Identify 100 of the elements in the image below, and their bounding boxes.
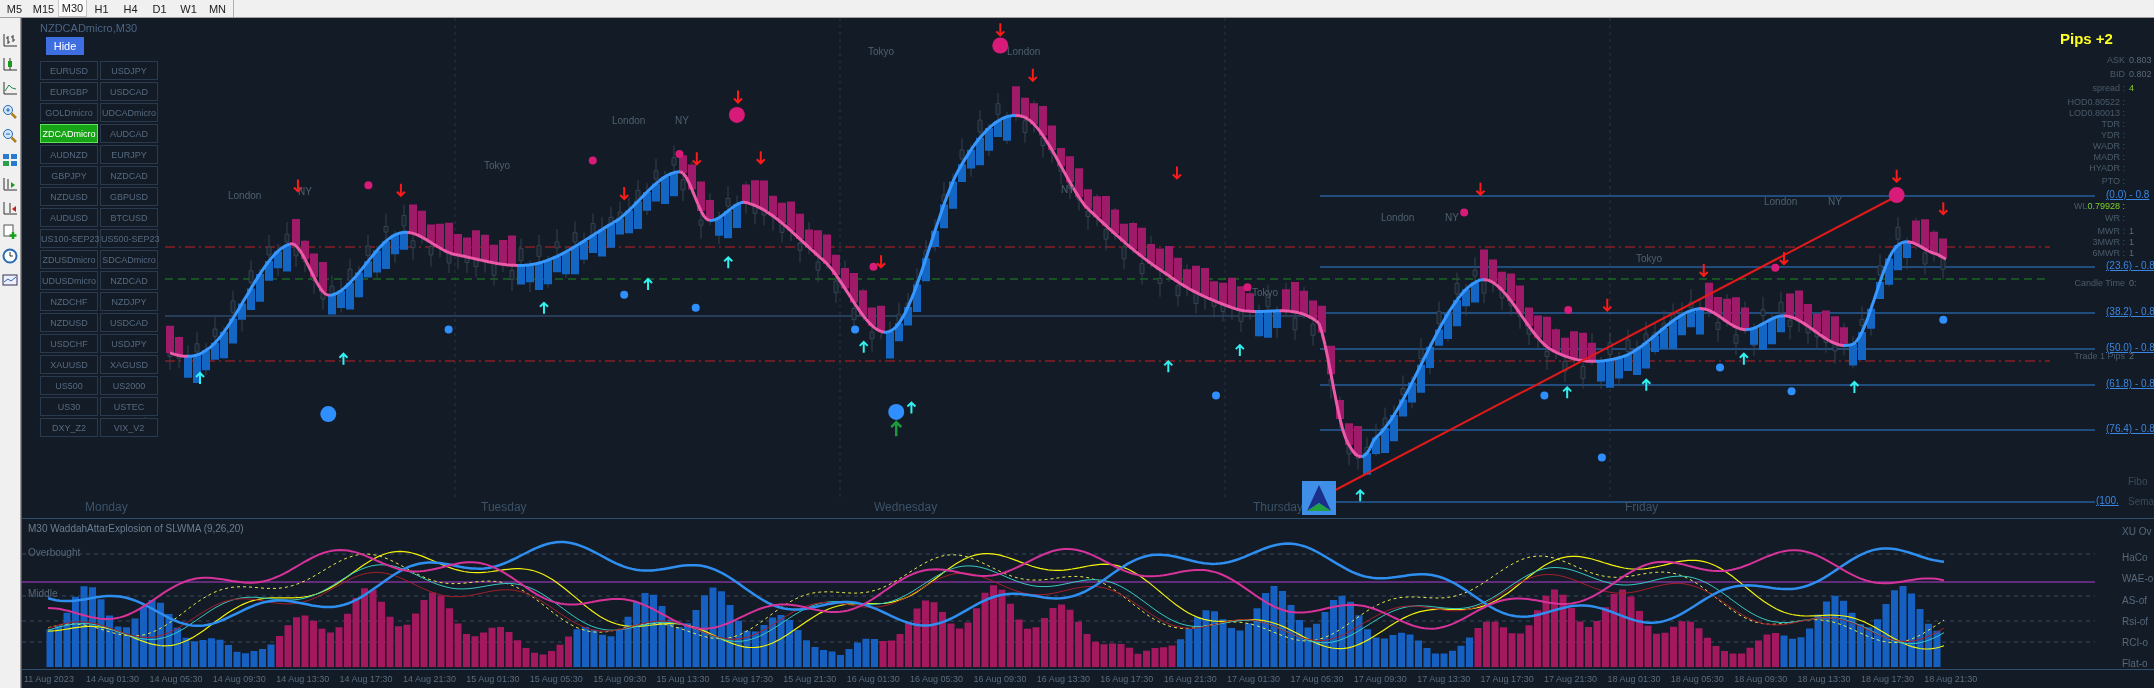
symbol-button[interactable]: NZDJPY [100,292,158,311]
symbol-button[interactable]: AUDUSD [40,208,98,227]
symbol-button[interactable]: US2000 [100,376,158,395]
fibonacci-label: (50.0) - 0.8 [2106,342,2154,353]
symbol-button[interactable]: SDCADmicro [100,250,158,269]
timeframe-tab[interactable]: M5 [0,0,29,17]
symbol-button[interactable]: NZDCHF [40,292,98,311]
symbol-button[interactable]: USDJPY [100,61,158,80]
pips-readout: Pips +2 [2060,30,2113,47]
symbol-button[interactable]: US500 [40,376,98,395]
hide-button[interactable]: Hide [46,37,84,55]
symbol-button[interactable]: BTCUSD [100,208,158,227]
time-label: 16 Aug 05:30 [910,674,965,684]
up-arrow-icon [1641,378,1652,392]
line-chart-icon[interactable] [2,80,18,96]
chart-shift-icon[interactable] [2,176,18,192]
candlestick-icon[interactable] [2,56,18,72]
timeframe-tab[interactable]: M15 [29,0,58,17]
time-label: 18 Aug 21:30 [1924,674,1979,684]
down-arrow-icon [1171,165,1182,180]
symbol-button[interactable]: EURGBP [40,82,98,101]
fibonacci-label: (61.8) - 0.8 [2106,378,2154,389]
symbol-button[interactable]: AUDCAD [100,124,158,143]
legend-label: WAE-o [2122,573,2154,584]
symbol-button[interactable]: US500-SEP23 [100,229,158,248]
down-arrow-icon [733,89,743,104]
timeframe-tab[interactable]: D1 [145,0,174,17]
symbol-button[interactable]: NZDCAD [100,166,158,185]
symbol-button[interactable]: USDJPY [100,334,158,353]
time-label: 17 Aug 17:30 [1480,674,1535,684]
info-label: 6MWR : [2091,248,2125,258]
autoscroll-icon[interactable] [2,200,18,216]
symbol-button[interactable]: USDCAD [100,313,158,332]
info-value: 1 [2129,237,2134,247]
dot-marker [1212,391,1220,400]
fibonacci-label: (23.6) - 0.8 [2106,260,2154,271]
symbol-button[interactable]: XAGUSD [100,355,158,374]
info-label: YDR : [2100,130,2125,140]
symbol-button[interactable]: NZDCAD [100,271,158,290]
dot-marker [691,303,700,312]
session-label: Tokyo [484,160,511,171]
dot-marker [1243,283,1252,292]
symbol-button[interactable]: US30 [40,397,98,416]
down-arrow-icon [1475,181,1486,197]
symbol-button[interactable]: UDUSDmicro [40,271,98,290]
symbol-button[interactable]: UDCADmicro [100,103,158,122]
bar-chart-icon[interactable] [2,32,18,48]
add-chart-icon[interactable] [2,224,18,240]
symbol-button[interactable]: GBPUSD [100,187,158,206]
symbol-button[interactable]: EURJPY [100,145,158,164]
info-value: 0: [2129,278,2137,288]
symbol-button[interactable]: NZDUSD [40,313,98,332]
time-label: 14 Aug 01:30 [86,674,141,684]
symbol-button[interactable]: ZDCADmicro [40,124,98,143]
zoom-out-icon[interactable] [2,128,18,144]
indicator-title: M30 WaddahAttarExplosion of SLWMA (9,26,20) [28,523,244,534]
time-label: 14 Aug 09:30 [212,674,267,684]
grid-icon[interactable] [2,152,18,168]
symbol-button[interactable]: EURUSD [40,61,98,80]
legend-label: XU Ov [2122,526,2152,537]
dot-marker [675,149,684,158]
symbol-button[interactable]: AUDNZD [40,145,98,164]
timeframe-tab[interactable]: W1 [174,0,203,17]
session-label: London [1764,196,1798,207]
timeframe-tab[interactable]: M30 [58,0,87,17]
symbol-button[interactable]: DXY_Z2 [40,418,98,437]
up-arrow-icon [858,340,869,354]
info-label: Candle Time [2073,278,2125,288]
timeframe-tab[interactable]: H1 [87,0,116,17]
up-arrow-icon [1738,352,1749,366]
symbol-button[interactable]: GBPJPY [40,166,98,185]
symbol-button[interactable]: GOLDmicro [40,103,98,122]
timeframe-tab[interactable]: H4 [116,0,145,17]
down-arrow-icon [1027,67,1038,83]
time-label: 18 Aug 17:30 [1860,674,1915,684]
symbol-button[interactable]: VIX_V2 [100,418,158,437]
session-label: NY [298,186,312,197]
info-label: WL [2073,201,2088,211]
symbol-button[interactable]: USTEC [100,397,158,416]
up-arrow-icon [1562,385,1573,400]
symbol-button[interactable]: XAUUSD [40,355,98,374]
symbol-button[interactable]: ZDUSDmicro [40,250,98,269]
clock-icon[interactable] [2,248,18,264]
legend-label: HaCo [2122,552,2148,563]
time-label: 17 Aug 09:30 [1353,674,1408,684]
session-label: London [228,190,262,201]
info-label: 3MWR : [2091,237,2125,247]
day-label: Wednesday [874,500,938,514]
symbol-button[interactable]: US100-SEP23 [40,229,98,248]
session-label: London [612,115,646,126]
symbol-button[interactable]: USDCHF [40,334,98,353]
info-label: WADR : [2091,141,2125,151]
symbol-button[interactable]: USDCAD [100,82,158,101]
zoom-in-icon[interactable] [2,104,18,120]
dot-marker [320,406,337,423]
symbol-button[interactable]: NZDUSD [40,187,98,206]
timeframe-tab[interactable]: MN [203,0,232,17]
info-label: PTO : [2100,176,2125,186]
template-icon[interactable] [2,272,18,288]
time-label: 16 Aug 13:30 [1036,674,1091,684]
